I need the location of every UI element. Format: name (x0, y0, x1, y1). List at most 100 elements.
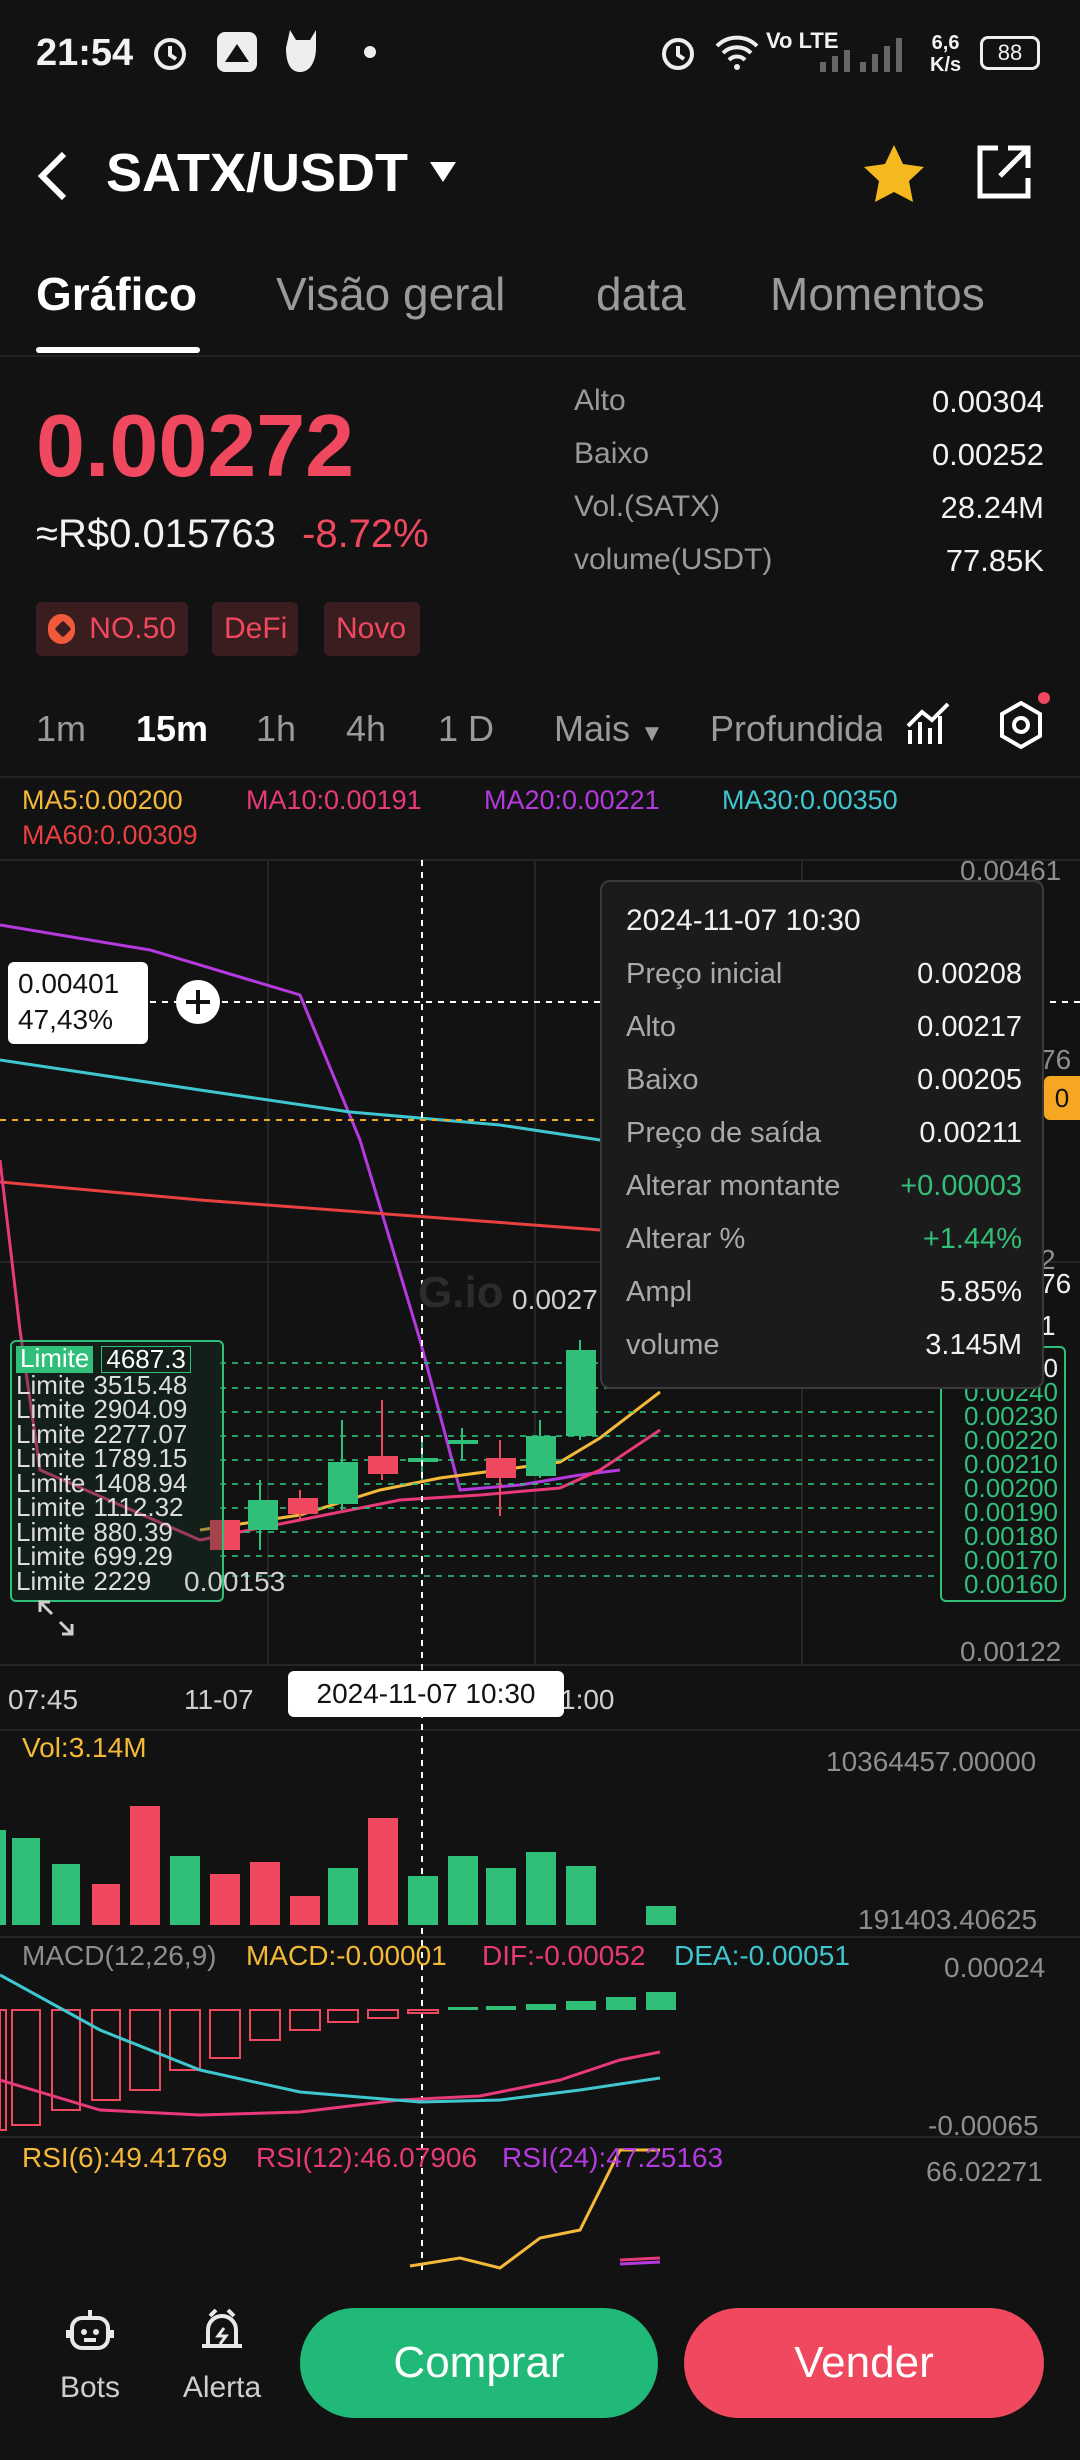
chevron-down-icon: ▼ (640, 720, 664, 747)
stat-vol-quote-label: volume(USDT) (574, 543, 773, 576)
expand-icon[interactable] (36, 1598, 76, 1638)
macd-histogram (0, 2009, 439, 2131)
active-tab-indicator (36, 347, 200, 353)
tab-visao-geral[interactable]: Visão geral (276, 267, 505, 321)
depth-tab[interactable]: Profundida (710, 708, 882, 750)
price-axis-bottom: 0.00122 (960, 1636, 1062, 1667)
last-price-marker: 0.0027 (512, 1284, 598, 1315)
rank-tag[interactable]: NO.50 (36, 602, 188, 656)
limit-label: Limite (16, 1394, 86, 1424)
stat-high-value: 0.00304 (931, 384, 1044, 419)
macd-axis-max: 0.00024 (944, 1952, 1046, 1983)
fiat-price: ≈R$0.015763 (36, 512, 276, 556)
status-time: 21:54 (36, 32, 134, 74)
bots-button[interactable]: Bots (50, 2306, 130, 2405)
new-tag[interactable]: Novo (324, 602, 420, 656)
interval-more[interactable]: Mais ▼ (554, 708, 664, 750)
limit-orders-panel[interactable]: Limite 4687.3 Limite 3515.48 Limite 2904.09… (10, 1340, 224, 1602)
alert-label: Alerta (182, 2371, 262, 2404)
ma20-legend: MA20:0.00221 (484, 785, 660, 815)
dif-value: DIF:-0.00052 (482, 1940, 646, 1971)
macd-value: MACD:-0.00001 (246, 1940, 447, 1971)
stat-vol-base-label: Vol.(SATX) (574, 490, 721, 523)
last-price: 0.00272 (36, 396, 355, 495)
volume-axis-min: 191403.40625 (858, 1904, 1038, 1935)
tab-data[interactable]: data (596, 267, 686, 321)
alarm-icon (154, 38, 186, 70)
tooltip-label: Alterar % (626, 1223, 746, 1255)
crosshair-percent: 47,43% (18, 1004, 113, 1035)
wifi-icon (715, 35, 759, 70)
interval-1h[interactable]: 1h (256, 708, 296, 750)
time-axis-label: 11-07 (184, 1684, 254, 1715)
tooltip-value: +1.44% (922, 1223, 1022, 1255)
tooltip-value: 0.00211 (919, 1117, 1022, 1149)
alert-button[interactable]: Alerta (172, 2306, 272, 2405)
alarm-icon (662, 38, 694, 70)
indicator-chart-icon[interactable] (904, 700, 954, 750)
rank-tag-label: NO.50 (89, 612, 176, 645)
volume-legend: Vol:3.14M (22, 1732, 147, 1763)
price-axis-partial: 76 (1040, 1044, 1072, 1075)
tab-grafico[interactable]: Gráfico (36, 267, 197, 321)
sell-button[interactable]: Vender (684, 2308, 1044, 2418)
tooltip-value: 0.00217 (917, 1011, 1022, 1043)
tooltip-value: 0.00205 (917, 1064, 1022, 1096)
rank-icon (48, 614, 76, 644)
new-tag-label: Novo (336, 612, 407, 645)
status-bar: 21:54 Vo LTE 6,6 K/s 88 (0, 0, 1080, 110)
tooltip-label: volume (626, 1329, 720, 1361)
limit-value: 1789.15 (93, 1443, 188, 1473)
time-axis-label: 07:45 (8, 1684, 79, 1715)
interval-1d[interactable]: 1 D (438, 708, 494, 750)
tab-momentos[interactable]: Momentos (770, 267, 985, 321)
back-arrow-icon[interactable] (30, 146, 74, 206)
stat-vol-quote-value: 77.85K (945, 543, 1044, 578)
ma5-legend: MA5:0.00200 (22, 785, 183, 815)
settings-hexagon-icon[interactable] (996, 700, 1046, 750)
bots-label: Bots (59, 2371, 121, 2404)
limit-value: 2904.09 (93, 1394, 188, 1424)
add-order-plus-icon[interactable] (174, 978, 222, 1026)
price-change-percent: -8.72% (302, 512, 429, 556)
stat-low-value: 0.00252 (931, 437, 1044, 472)
tooltip-label: Baixo (626, 1064, 699, 1096)
ma10-legend: MA10:0.00191 (246, 785, 422, 815)
divider (0, 776, 1080, 778)
dea-value: DEA:-0.00051 (674, 1940, 850, 1971)
interval-1m[interactable]: 1m (36, 708, 86, 750)
interval-4h[interactable]: 4h (346, 708, 386, 750)
buy-button[interactable]: Comprar (300, 2308, 658, 2418)
crosshair-time-label: 2024-11-07 10:30 (288, 1671, 564, 1717)
ma60-line (0, 1180, 601, 1232)
category-tag[interactable]: DeFi (212, 602, 298, 656)
tooltip-label: Alto (626, 1011, 676, 1043)
volume-axis-max: 10364457.00000 (826, 1746, 1037, 1777)
ma60-legend: MA60:0.00309 (22, 820, 198, 850)
macd-legend: MACD(12,26,9) (22, 1940, 217, 1971)
limit-value: 699.29 (93, 1541, 173, 1571)
settings-badge-dot (1038, 692, 1050, 704)
signal-icon (820, 38, 902, 72)
share-icon[interactable] (972, 142, 1034, 204)
favorite-star-icon[interactable] (862, 142, 926, 204)
stat-low-label: Baixo (574, 437, 650, 470)
bot-icon (66, 2310, 114, 2350)
battery-icon: 88 (980, 36, 1040, 70)
tooltip-label: Preço de saída (626, 1117, 822, 1149)
dropdown-triangle-icon[interactable] (428, 160, 458, 184)
bottom-action-bar: Bots Alerta Comprar Vender (0, 2272, 1080, 2460)
macd-axis-min: -0.00065 (928, 2110, 1039, 2141)
ma30-line (0, 1058, 601, 1142)
main-tabs: Gráfico Visão geral data Momentos (0, 255, 1080, 355)
pair-title[interactable]: SATX/USDT (106, 142, 408, 204)
interval-15m[interactable]: 15m (136, 708, 208, 750)
tooltip-value: +0.00003 (900, 1170, 1022, 1202)
rsi24-line (619, 2260, 661, 2266)
alert-bell-icon (202, 2308, 242, 2348)
rsi24-value: RSI(24):47.25163 (502, 2142, 724, 2173)
stat-high-label: Alto (574, 384, 626, 417)
tooltip-label: Ampl (626, 1276, 693, 1308)
time-axis-label: 1:00 (560, 1684, 615, 1715)
low-price-marker: 0.00153 (184, 1566, 286, 1597)
